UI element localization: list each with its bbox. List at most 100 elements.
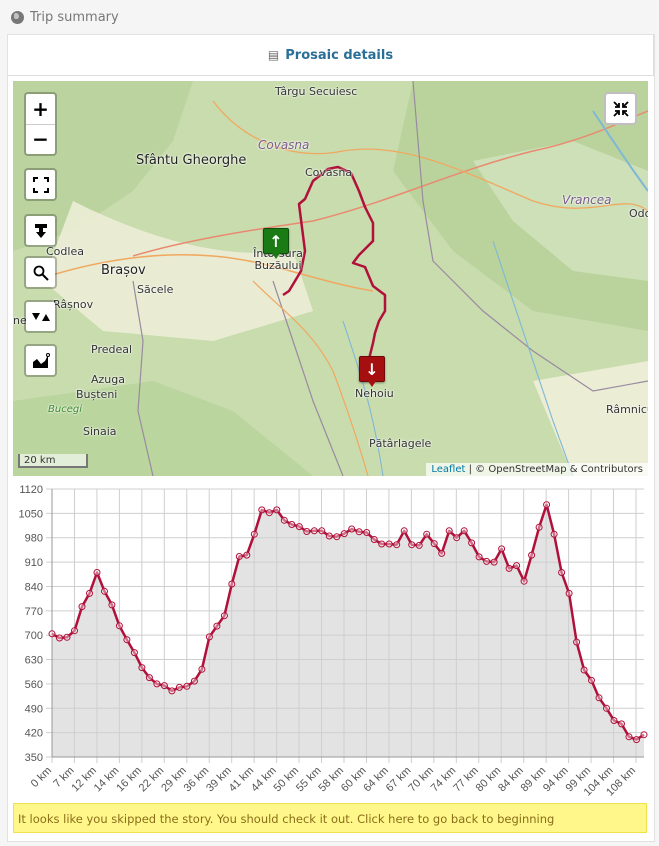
zoom-control: + − (24, 92, 57, 156)
elevation-point (93, 569, 101, 576)
elevation-point (123, 636, 131, 644)
elevation-point (318, 527, 326, 535)
leaflet-link[interactable]: Leaflet (431, 464, 465, 475)
elevation-point (573, 638, 581, 646)
map-view[interactable]: Târgu Secuiesc Covasna Sfântu Gheorghe C… (13, 81, 648, 476)
trip-summary-card: ▤ Prosaic details ⟋ Map (7, 34, 655, 842)
search-icon (33, 265, 49, 281)
elevation-point (505, 564, 513, 572)
elevation-point (310, 527, 318, 535)
y-tick-label: 630 (25, 655, 43, 667)
elevation-point (610, 717, 618, 724)
elevation-point (445, 527, 453, 535)
fullscreen-icon (32, 176, 49, 193)
elevation-point (273, 506, 281, 514)
elevation-point (565, 589, 573, 597)
elevation-point (483, 557, 491, 565)
elevation-point (490, 558, 498, 566)
elevation-point (400, 527, 408, 535)
elevation-chart[interactable]: 1120 1050 980 910 840 770 700 630 560 490 420 3500 … (8, 481, 654, 803)
elevation-point (475, 553, 483, 561)
elevation-point (220, 612, 228, 620)
exit-fullscreen-button[interactable] (604, 92, 637, 125)
y-tick-label: 1050 (19, 508, 43, 520)
start-marker[interactable]: ↑ (263, 228, 289, 259)
y-tick-label: 420 (25, 728, 43, 740)
elevation-point (101, 587, 108, 595)
elevation-point (363, 529, 371, 536)
elevation-point (385, 540, 393, 548)
elevation-point (190, 677, 198, 685)
globe-icon (11, 10, 24, 24)
elevation-toggle-button[interactable] (24, 300, 57, 333)
elevation-point (295, 523, 303, 531)
elevation-point (370, 536, 378, 543)
elevation-point (175, 683, 183, 691)
elevation-point (115, 622, 123, 630)
elevation-point (588, 676, 595, 684)
elevation-profile-icon (32, 352, 50, 368)
place-label: Odo (629, 207, 648, 220)
tab-prosaic-details[interactable]: ▤ Prosaic details (8, 35, 654, 76)
place-label: Sfântu Gheorghe (136, 153, 247, 168)
elevation-point (303, 528, 311, 535)
place-label: Covasna (258, 138, 310, 152)
elevation-point (78, 603, 86, 611)
download-track-icon (34, 223, 47, 238)
zoom-in-button[interactable]: + (26, 95, 55, 125)
y-tick-label: 490 (25, 703, 43, 715)
download-track-button[interactable] (24, 214, 57, 247)
panel-header: Trip summary (0, 0, 659, 34)
tab-bar: ▤ Prosaic details ⟋ Map (8, 35, 654, 476)
elevation-point (213, 622, 221, 630)
elevation-profile-button[interactable] (24, 344, 57, 377)
elevation-point (198, 665, 206, 673)
elevation-point (265, 509, 273, 517)
x-tick-label: 0 km (29, 765, 54, 790)
elevation-point (558, 569, 566, 576)
elevation-point (235, 553, 243, 560)
elevation-point (183, 682, 191, 690)
elevation-point (168, 687, 176, 695)
elevation-point (86, 589, 93, 597)
elevation-point (333, 533, 341, 541)
elevation-point (153, 680, 161, 688)
place-label: Predeal (91, 343, 133, 356)
elevation-point (460, 527, 468, 535)
fullscreen-button[interactable] (24, 168, 57, 201)
panel-title: Trip summary (30, 9, 119, 25)
skipped-story-notice[interactable]: It looks like you skipped the story. You… (13, 803, 647, 833)
place-label: Râmnicu (606, 403, 648, 416)
elevation-point (633, 736, 640, 744)
elevation-point (625, 733, 633, 741)
tab-label: Prosaic details (285, 47, 394, 63)
y-tick-label: 910 (25, 557, 43, 569)
elevation-point (325, 532, 333, 540)
zoom-out-button[interactable]: − (26, 125, 55, 154)
y-tick-label: 840 (25, 581, 43, 593)
y-tick-label: 980 (25, 533, 43, 545)
place-label: Pătârlagele (369, 437, 432, 450)
elevation-point (63, 633, 71, 641)
elevation-point (108, 601, 116, 609)
elevation-point (56, 634, 63, 642)
elevation-point (280, 516, 288, 524)
search-button[interactable] (24, 256, 57, 289)
elevation-point (250, 530, 258, 538)
elevation-point (618, 720, 625, 728)
elevation-point (243, 551, 251, 559)
elevation-point (340, 530, 348, 538)
end-marker[interactable]: ↓ (359, 356, 385, 387)
elevation-point (423, 530, 431, 538)
elevation-point (130, 649, 138, 657)
elevation-point (258, 506, 266, 514)
map-attribution: Leaflet | © OpenStreetMap & Contributors (426, 463, 648, 476)
place-label: Sinaia (83, 425, 117, 438)
elevation-point (348, 525, 356, 533)
elevation-point (205, 633, 213, 641)
elevation-point (513, 562, 521, 570)
elevation-point (535, 523, 543, 531)
elevation-point (138, 664, 146, 672)
map-tiles (13, 81, 648, 476)
elevation-point (160, 682, 168, 690)
